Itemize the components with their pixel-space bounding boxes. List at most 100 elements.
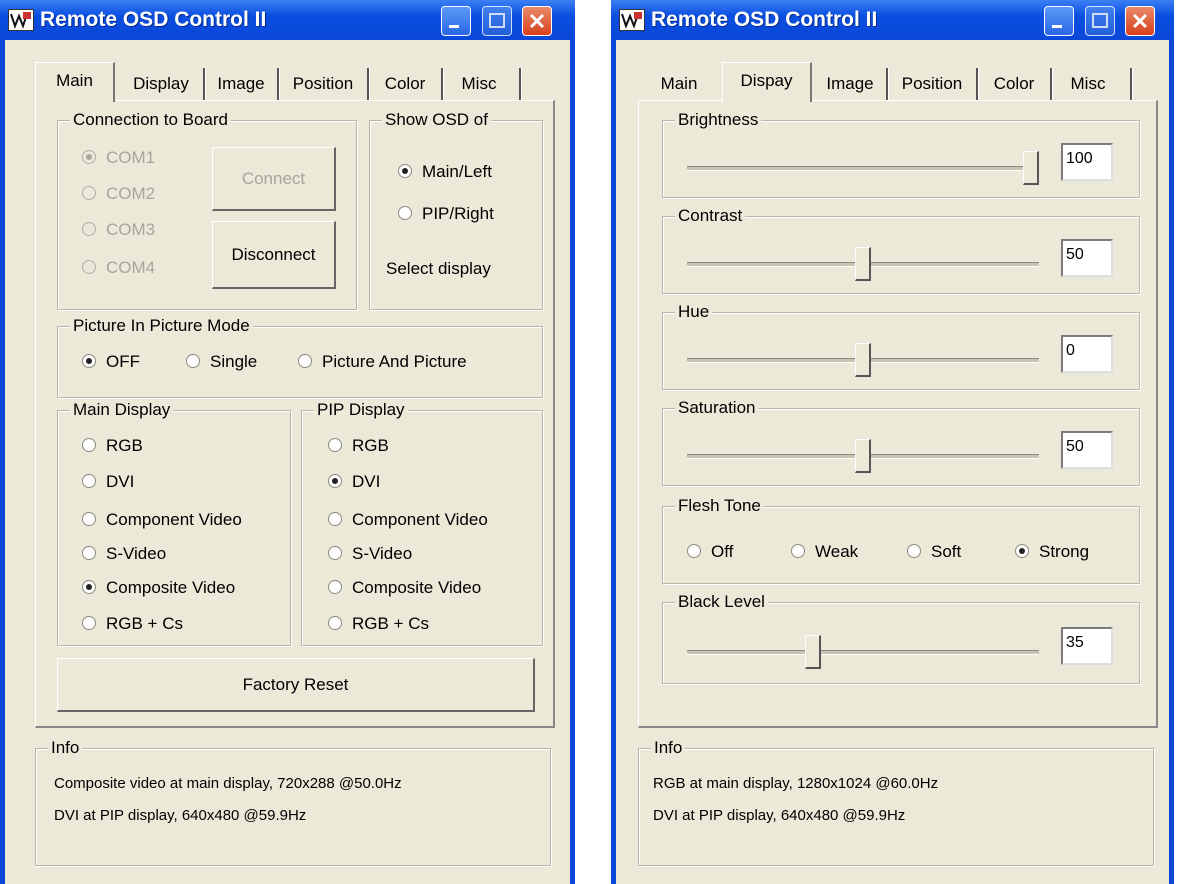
radio-dot	[82, 580, 96, 594]
maximize-button[interactable]	[1085, 6, 1115, 36]
tab-main[interactable]: Main	[35, 62, 115, 102]
contrast-value[interactable]: 50	[1061, 239, 1113, 277]
radio-label: Off	[711, 542, 734, 561]
radio-dot	[328, 438, 342, 452]
app-icon	[619, 9, 645, 31]
flesh-tone-legend: Flesh Tone	[675, 495, 764, 517]
radio-main-component[interactable]: Component Video	[82, 509, 242, 531]
radio-main-rgbcs[interactable]: RGB + Cs	[82, 613, 183, 635]
black-level-label: Black Level	[675, 591, 768, 613]
radio-flesh-soft[interactable]: Soft	[907, 541, 961, 563]
saturation-label: Saturation	[675, 397, 759, 419]
info-group: Info Composite video at main display, 72…	[35, 737, 551, 866]
flesh-tone-group: Flesh Tone Off Weak Soft Strong	[662, 495, 1140, 584]
brightness-group: Brightness 100	[662, 109, 1140, 198]
radio-pip-rgbcs[interactable]: RGB + Cs	[328, 613, 429, 635]
brightness-value[interactable]: 100	[1061, 143, 1113, 181]
radio-pip-component[interactable]: Component Video	[328, 509, 488, 531]
radio-com3[interactable]: COM3	[82, 219, 155, 241]
tab-misc[interactable]: Misc	[1052, 66, 1124, 102]
info-line-pip: DVI at PIP display, 640x480 @59.9Hz	[653, 807, 906, 824]
tab-main[interactable]: Main	[638, 66, 720, 102]
window-title: Remote OSD Control II	[651, 8, 878, 31]
pip-display-group: PIP Display RGB DVI Component Video S-Vi…	[301, 399, 543, 646]
radio-pip-dvi[interactable]: DVI	[328, 471, 380, 493]
radio-pip-pap[interactable]: Picture And Picture	[298, 351, 467, 373]
radio-main-dvi[interactable]: DVI	[82, 471, 134, 493]
radio-label: RGB + Cs	[352, 614, 429, 633]
radio-label: RGB + Cs	[106, 614, 183, 633]
radio-dot	[82, 546, 96, 560]
radio-label: Composite Video	[106, 578, 236, 597]
radio-main-svideo[interactable]: S-Video	[82, 543, 166, 565]
radio-dot	[82, 474, 96, 488]
radio-pip-single[interactable]: Single	[186, 351, 257, 373]
maximize-button[interactable]	[482, 6, 512, 36]
hue-label: Hue	[675, 301, 713, 323]
close-button[interactable]	[522, 6, 552, 36]
radio-label: Strong	[1039, 542, 1090, 561]
connect-button[interactable]: Connect	[212, 147, 336, 211]
radio-label: COM4	[106, 258, 156, 277]
radio-dot	[1015, 544, 1029, 558]
black-level-value[interactable]: 35	[1061, 627, 1113, 665]
tab-position[interactable]: Position	[279, 66, 367, 102]
radio-label: OFF	[106, 352, 140, 371]
radio-main-rgb[interactable]: RGB	[82, 435, 143, 457]
radio-label: DVI	[106, 472, 135, 491]
tab-color[interactable]: Color	[369, 66, 441, 102]
radio-label: S-Video	[352, 544, 413, 563]
radio-flesh-strong[interactable]: Strong	[1015, 541, 1089, 563]
radio-dot	[82, 222, 96, 236]
connection-group: Connection to Board COM1 COM2 COM3 COM4 …	[57, 109, 357, 310]
saturation-value[interactable]: 50	[1061, 431, 1113, 469]
radio-com1[interactable]: COM1	[82, 147, 155, 169]
title-bar[interactable]: Remote OSD Control II	[611, 0, 1174, 40]
hue-slider[interactable]	[855, 343, 871, 377]
radio-com2[interactable]: COM2	[82, 183, 155, 205]
minimize-button[interactable]	[1044, 6, 1074, 36]
radio-label: Weak	[815, 542, 859, 561]
radio-flesh-weak[interactable]: Weak	[791, 541, 858, 563]
radio-dot	[82, 260, 96, 274]
radio-com4[interactable]: COM4	[82, 257, 155, 279]
disconnect-button[interactable]: Disconnect	[212, 221, 336, 289]
radio-dot	[328, 546, 342, 560]
window-client: Main Dispay Image Position Color Misc Br…	[616, 40, 1169, 884]
tab-display[interactable]: Display	[119, 66, 203, 102]
tab-image[interactable]: Image	[814, 66, 886, 102]
radio-pip-svideo[interactable]: S-Video	[328, 543, 412, 565]
tab-display[interactable]: Dispay	[722, 62, 812, 102]
app-icon	[8, 9, 34, 31]
radio-label: Single	[210, 352, 258, 371]
radio-flesh-off[interactable]: Off	[687, 541, 733, 563]
window-title: Remote OSD Control II	[40, 8, 267, 31]
tab-image[interactable]: Image	[205, 66, 277, 102]
radio-dot	[328, 474, 342, 488]
title-bar[interactable]: Remote OSD Control II	[0, 0, 575, 40]
factory-reset-button[interactable]: Factory Reset	[57, 658, 535, 712]
radio-label: S-Video	[106, 544, 167, 563]
radio-main-composite[interactable]: Composite Video	[82, 577, 235, 599]
brightness-slider[interactable]	[1023, 151, 1039, 185]
saturation-slider[interactable]	[855, 439, 871, 473]
close-button[interactable]	[1125, 6, 1155, 36]
contrast-slider[interactable]	[855, 247, 871, 281]
radio-pip-off[interactable]: OFF	[82, 351, 140, 373]
radio-pip-rgb[interactable]: RGB	[328, 435, 389, 457]
minimize-button[interactable]	[441, 6, 471, 36]
radio-label: COM1	[106, 148, 156, 167]
radio-dot	[298, 354, 312, 368]
tab-position[interactable]: Position	[888, 66, 976, 102]
tab-misc[interactable]: Misc	[443, 66, 515, 102]
radio-label: COM3	[106, 220, 156, 239]
radio-pip-composite[interactable]: Composite Video	[328, 577, 481, 599]
tab-color[interactable]: Color	[978, 66, 1050, 102]
radio-main-left[interactable]: Main/Left	[398, 161, 492, 183]
saturation-group: Saturation 50	[662, 397, 1140, 486]
radio-pip-right[interactable]: PIP/Right	[398, 203, 494, 225]
contrast-label: Contrast	[675, 205, 746, 227]
select-display-label: Select display	[386, 259, 491, 278]
black-level-slider[interactable]	[804, 635, 821, 669]
hue-value[interactable]: 0	[1061, 335, 1113, 373]
